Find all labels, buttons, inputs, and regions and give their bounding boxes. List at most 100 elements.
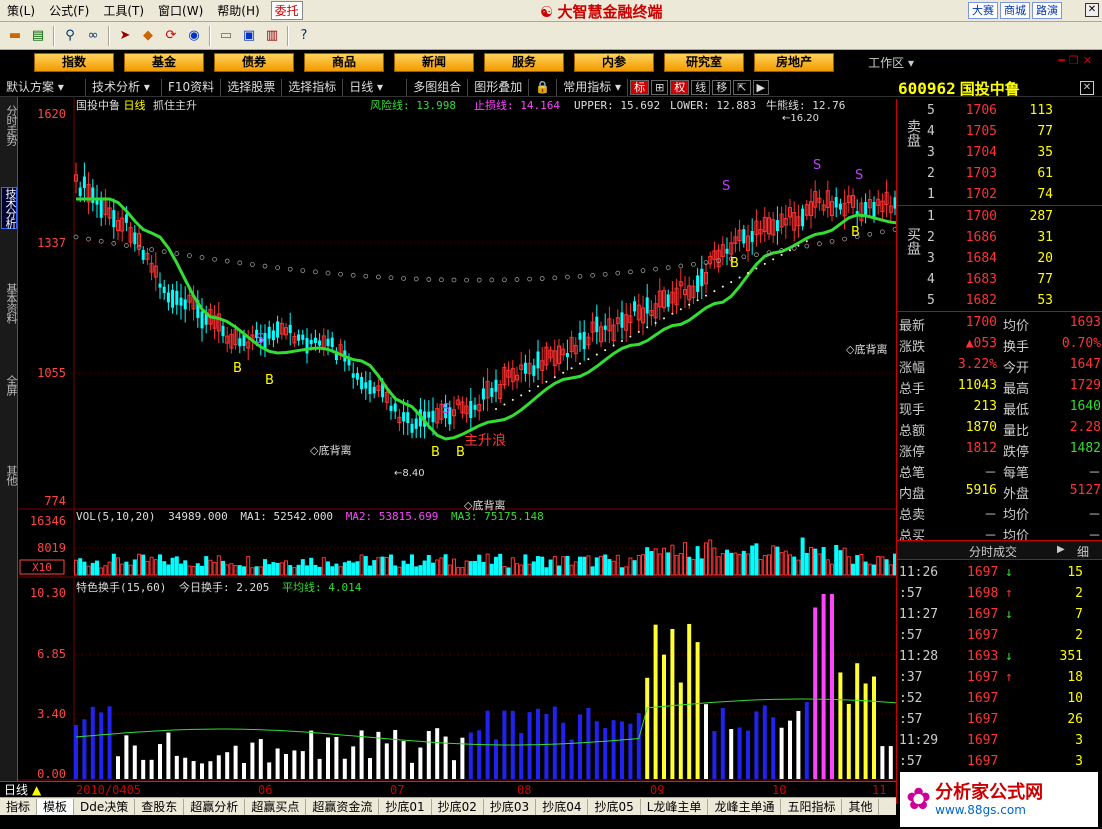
contest-button[interactable]: 大赛 [968,2,998,19]
divergence-label-3: ◇底背离 [464,498,505,512]
tab-template[interactable]: 模板 [37,798,75,815]
toolbar-chart-icon[interactable]: ▤ [27,25,49,47]
menu-tools[interactable]: 工具(T) [96,2,151,19]
period-triangle-icon[interactable]: ▲ [32,783,41,797]
nav-index-button[interactable]: 指数 [34,53,114,72]
toolbar-refresh-icon[interactable]: ⟳ [160,25,182,47]
tab-chaoying-flow[interactable]: 超赢资金流 [306,798,380,815]
toolbar-globe-icon[interactable]: ◉ [183,25,205,47]
support-dot [805,240,808,243]
tab-fundamental[interactable]: 基本资料 [1,283,18,323]
turnover-bar [334,736,339,779]
tab-fullscreen[interactable]: 全屏 [1,375,18,395]
turnover-bar [368,758,372,779]
menu-strategy[interactable]: 策(L) [0,2,42,19]
date-06: 06 [258,782,273,797]
crosshair-icon[interactable]: ⊞ [651,79,669,95]
toolbar-diamond-icon[interactable]: ◆ [137,25,159,47]
toolbar-window-icon[interactable]: ▣ [238,25,260,47]
volume-bar [867,563,872,576]
tab-bottom05[interactable]: 抄底05 [588,798,641,815]
f10-button[interactable]: F10资料 [162,78,222,96]
toolbar-flag-icon[interactable]: ▬ [4,25,26,47]
select-indicator-button[interactable]: 选择指标 [282,78,344,96]
nav-service-button[interactable]: 服务 [484,53,564,72]
toolbar-help-icon[interactable]: ? [293,25,315,47]
tab-other[interactable]: 其他 [842,798,880,815]
candle-body [364,382,368,389]
minimize-icon[interactable]: ━ [1058,54,1065,67]
tab-bottom01[interactable]: 抄底01 [379,798,432,815]
multi-chart-button[interactable]: 多图组合 [407,78,469,96]
volume-bar [607,559,612,576]
toggle-right[interactable]: 权 [670,79,690,95]
nav-realestate-button[interactable]: 房地产 [754,53,834,72]
period-dropdown[interactable]: 日线 ▾ [343,78,408,96]
volume-bar [506,567,511,576]
candle-body [633,301,637,312]
tab-bottom03[interactable]: 抄底03 [484,798,537,815]
toggle-move[interactable]: 移 [712,79,732,95]
common-indicator-dropdown[interactable]: 常用指标 ▾ [557,78,629,96]
select-stock-button[interactable]: 选择股票 [221,78,283,96]
tab-others[interactable]: 其他 [1,465,18,485]
nav-insider-button[interactable]: 内参 [574,53,654,72]
tab-wuyang[interactable]: 五阳指标 [781,798,843,815]
nav-news-button[interactable]: 新闻 [394,53,474,72]
tab-chaoying-buy[interactable]: 超赢买点 [245,798,307,815]
turnover-bar [292,750,297,779]
page-icon[interactable]: ▶ [752,79,769,95]
tab-dde[interactable]: Dde决策 [74,798,136,815]
toolbar-pointer-icon[interactable]: ➤ [114,25,136,47]
candle-body [99,199,103,218]
toggle-line[interactable]: 线 [691,79,711,95]
candle-body [326,338,330,347]
close-window-icon[interactable]: ✕ [1085,3,1099,17]
toolbar-search-icon[interactable]: ⚲ [59,25,81,47]
detail-button[interactable]: 细 [1077,543,1089,560]
export-icon[interactable]: ⇱ [733,79,751,95]
toggle-mark[interactable]: 标 [630,79,650,95]
close-panel-icon[interactable]: ✕ [1080,81,1094,95]
chart-area[interactable]: 1620 1337 1055 774 16346 8019 X10 10.30 … [18,97,896,781]
toolbar-binoculars-icon[interactable]: ∞ [82,25,104,47]
menu-formula[interactable]: 公式(F) [42,2,96,19]
restore-icon[interactable]: ❐ [1069,54,1079,67]
analysis-dropdown[interactable]: 技术分析 ▾ [86,78,162,96]
tab-longfeng[interactable]: L龙峰主单 [641,798,709,815]
tab-chaoying-analysis[interactable]: 超赢分析 [184,798,246,815]
nav-commodity-button[interactable]: 商品 [304,53,384,72]
bull-bear-dot [338,271,343,277]
tab-longfeng-tong[interactable]: 龙峰主单通 [708,798,782,815]
toolbar-books-icon[interactable]: ▥ [261,25,283,47]
nav-research-button[interactable]: 研究室 [664,53,744,72]
roadshow-button[interactable]: 路演 [1032,2,1062,19]
menu-window[interactable]: 窗口(W) [151,2,210,19]
candle-body [305,338,309,354]
tab-bottom04[interactable]: 抄底04 [536,798,589,815]
tab-indicator[interactable]: 指标 [0,798,38,815]
volume-bar [746,553,750,576]
nav-bond-button[interactable]: 债券 [214,53,294,72]
lock-icon[interactable]: 🔒 [529,78,558,96]
trust-button[interactable]: 委托 [270,1,303,20]
support-dot [797,244,800,247]
menu-help[interactable]: 帮助(H) [210,2,266,19]
turnover-bar [796,710,801,779]
workspace-label[interactable]: 工作区 ▾ [868,54,914,71]
mall-button[interactable]: 商城 [1000,2,1030,19]
volume-bar [86,565,91,576]
close-icon[interactable]: ✕ [1083,54,1092,67]
support-dot [755,267,758,270]
nav-fund-button[interactable]: 基金 [124,53,204,72]
turnover-bar [216,755,221,779]
next-page-icon[interactable]: ▶ [1057,544,1065,555]
overlay-button[interactable]: 图形叠加 [468,78,530,96]
tab-bottom02[interactable]: 抄底02 [432,798,484,815]
tab-technical[interactable]: 技术分析 [1,187,17,229]
toolbar-note-icon[interactable]: ▭ [215,25,237,47]
scheme-dropdown[interactable]: 默认方案 ▾ [0,78,86,96]
tab-shareholder[interactable]: 查股东 [135,798,185,815]
tab-intraday[interactable]: 分时走势 [1,105,18,145]
kline-chart-svg[interactable]: 1620 1337 1055 774 16346 8019 X10 10.30 … [18,97,896,781]
